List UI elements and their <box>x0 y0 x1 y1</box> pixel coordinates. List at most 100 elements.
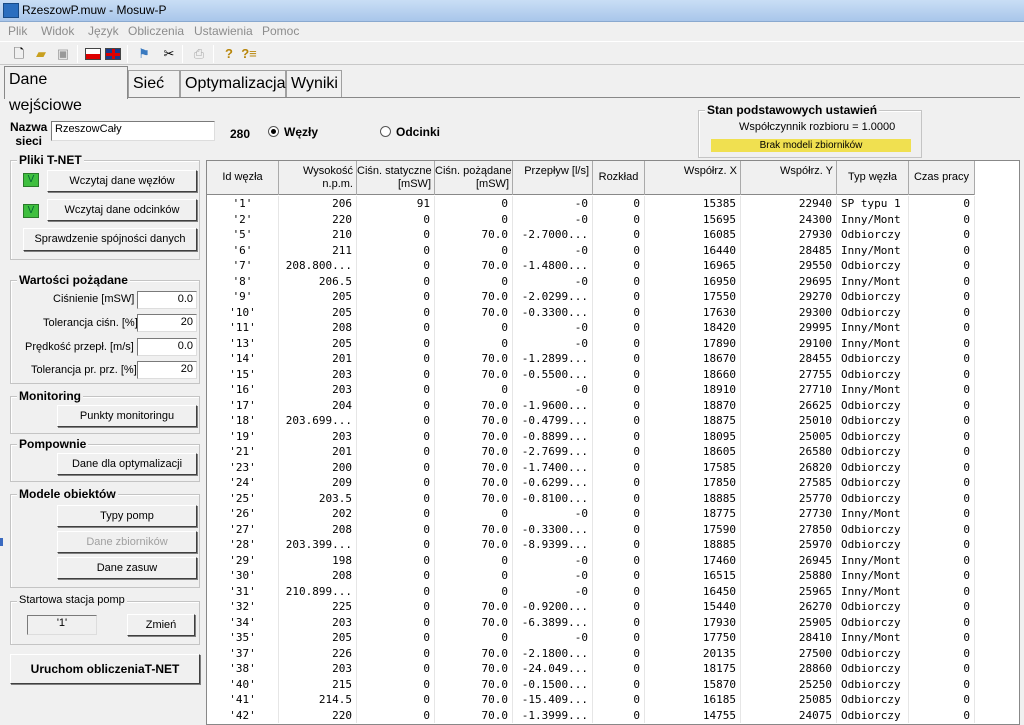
menu-pomoc[interactable]: Pomoc <box>262 24 299 38</box>
table-row[interactable]: '2' 220 0 0 -0 0 15695 24300 Inny/Mont 0 <box>207 211 975 227</box>
save-icon[interactable]: ▣ <box>54 45 72 63</box>
table-row[interactable]: '9' 205 0 70.0 -2.0299... 0 17550 29270 Odbiorcz… <box>207 289 975 305</box>
menu-ustawienia[interactable]: Ustawienia <box>194 24 253 38</box>
cell-elevation: 211 <box>279 242 357 258</box>
cell-elevation: 206 <box>279 196 357 212</box>
check-consistency-button[interactable]: Sprawdzenie spójności danych <box>23 228 197 251</box>
velocity-input[interactable]: 0.0 <box>137 338 197 356</box>
table-row[interactable]: '18' 203.699... 0 70.0 -0.4799... 0 18875 25010… <box>207 413 975 429</box>
run-tnet-button[interactable]: Uruchom obliczeniaT-NET <box>10 654 200 684</box>
cell-static-pressure: 0 <box>357 397 435 413</box>
pressure-tolerance-input[interactable]: 20 <box>137 314 197 332</box>
monitoring-points-button[interactable]: Punkty monitoringu <box>57 405 197 427</box>
cell-desired-pressure: 0 <box>435 583 513 599</box>
velocity-tolerance-input[interactable]: 20 <box>137 361 197 379</box>
polish-flag-icon[interactable] <box>84 45 102 63</box>
tab-siec[interactable]: Sieć <box>128 70 180 98</box>
cell-elevation: 225 <box>279 599 357 615</box>
table-row[interactable]: '40' 215 0 70.0 -0.1500... 0 15870 25250 Odbiorc… <box>207 676 975 692</box>
header-node-type[interactable]: Typ węzła <box>837 161 909 195</box>
pump-types-button[interactable]: Typy pomp <box>57 505 197 527</box>
help-context-icon[interactable]: ?≡ <box>240 45 258 63</box>
cell-flow: -0.3300... <box>513 304 593 320</box>
table-row[interactable]: '19' 203 0 70.0 -0.8899... 0 18095 25005 Odbiorc… <box>207 428 975 444</box>
cell-coord-x: 15440 <box>645 599 741 615</box>
cell-desired-pressure: 70.0 <box>435 397 513 413</box>
table-row[interactable]: '29' 198 0 0 -0 0 17460 26945 Inny/Mont 0 <box>207 552 975 568</box>
header-coord-x[interactable]: Współrz. X <box>645 161 741 195</box>
cell-node-type: Odbiorczy <box>837 692 909 708</box>
new-file-icon[interactable]: 🗋 <box>10 45 28 63</box>
table-row[interactable]: '5' 210 0 70.0 -2.7000... 0 16085 27930 Odbiorcz… <box>207 227 975 243</box>
menu-obliczenia[interactable]: Obliczenia <box>128 24 184 38</box>
header-static-pressure[interactable]: Ciśn. statyczne [mSW] <box>357 161 435 195</box>
table-row[interactable]: '8' 206.5 0 0 -0 0 16950 29695 Inny/Mont 0 <box>207 273 975 289</box>
change-station-button[interactable]: Zmień <box>127 614 195 636</box>
load-segments-button[interactable]: Wczytaj dane odcinków <box>47 199 197 221</box>
table-row[interactable]: '30' 208 0 0 -0 0 16515 25880 Inny/Mont 0 <box>207 568 975 584</box>
cell-flow: -6.3899... <box>513 614 593 630</box>
help-icon[interactable]: ? <box>220 45 238 63</box>
menu-plik[interactable]: Plik <box>8 24 27 38</box>
header-distribution[interactable]: Rozkład <box>593 161 645 195</box>
table-row[interactable]: '28' 203.399... 0 70.0 -8.9399... 0 18885 25970… <box>207 537 975 553</box>
table-row[interactable]: '37' 226 0 70.0 -2.1800... 0 20135 27500 Odbiorc… <box>207 645 975 661</box>
header-desired-pressure[interactable]: Ciśn. pożądane [mSW] <box>435 161 513 195</box>
cell-coord-x: 17590 <box>645 521 741 537</box>
table-row[interactable]: '15' 203 0 70.0 -0.5500... 0 18660 27755 Odbiorc… <box>207 366 975 382</box>
table-row[interactable]: '11' 208 0 0 -0 0 18420 29995 Inny/Mont 0 <box>207 320 975 336</box>
table-row[interactable]: '13' 205 0 0 -0 0 17890 29100 Inny/Mont 0 <box>207 335 975 351</box>
cell-node-id: '7' <box>207 258 279 274</box>
header-flow[interactable]: Przepływ [l/s] <box>513 161 593 195</box>
cell-distribution: 0 <box>593 428 645 444</box>
cell-flow: -0.5500... <box>513 366 593 382</box>
pressure-input[interactable]: 0.0 <box>137 291 197 309</box>
uk-flag-icon[interactable] <box>104 45 122 63</box>
menu-widok[interactable]: Widok <box>41 24 74 38</box>
radio-nodes[interactable] <box>268 126 279 137</box>
table-row[interactable]: '25' 203.5 0 70.0 -0.8100... 0 18885 25770 Odbio… <box>207 490 975 506</box>
tab-wyniki[interactable]: Wyniki <box>286 70 342 98</box>
table-row[interactable]: '27' 208 0 70.0 -0.3300... 0 17590 27850 Odbiorc… <box>207 521 975 537</box>
header-node-id[interactable]: Id węzła <box>207 161 279 195</box>
table-row[interactable]: '21' 201 0 70.0 -2.7699... 0 18605 26580 Odbiorc… <box>207 444 975 460</box>
table-row[interactable]: '38' 203 0 70.0 -24.049... 0 18175 28860 Odbiorc… <box>207 661 975 677</box>
header-run-time[interactable]: Czas pracy <box>909 161 975 195</box>
cell-coord-x: 18660 <box>645 366 741 382</box>
network-name-field[interactable]: RzeszowCały <box>51 121 215 141</box>
table-row[interactable]: '16' 203 0 0 -0 0 18910 27710 Inny/Mont 0 <box>207 382 975 398</box>
table-row[interactable]: '41' 214.5 0 70.0 -15.409... 0 16185 25085 Odbio… <box>207 692 975 708</box>
print-icon[interactable]: ⎙ <box>190 45 208 63</box>
pressure-tolerance-label: Tolerancja ciśn. [%] <box>43 317 138 329</box>
tank-data-button[interactable]: Dane zbiorników <box>57 531 197 553</box>
table-row[interactable]: '26' 202 0 0 -0 0 18775 27730 Inny/Mont 0 <box>207 506 975 522</box>
table-row[interactable]: '6' 211 0 0 -0 0 16440 28485 Inny/Mont 0 <box>207 242 975 258</box>
table-row[interactable]: '24' 209 0 70.0 -0.6299... 0 17850 27585 Odbiorc… <box>207 475 975 491</box>
optimization-data-button[interactable]: Dane dla optymalizacji <box>57 453 197 475</box>
header-coord-y[interactable]: Współrz. Y <box>741 161 837 195</box>
header-elevation[interactable]: Wysokość n.p.m. <box>279 161 357 195</box>
table-row[interactable]: '35' 205 0 0 -0 0 17750 28410 Inny/Mont 0 <box>207 630 975 646</box>
table-row[interactable]: '42' 220 0 70.0 -1.3999... 0 14755 24075 Odbiorc… <box>207 707 975 723</box>
cell-run-time: 0 <box>909 552 975 568</box>
table-row[interactable]: '17' 204 0 70.0 -1.9600... 0 18870 26625 Odbiorc… <box>207 397 975 413</box>
table-row[interactable]: '1' 206 91 0 -0 0 15385 22940 SP typu 10 <box>207 196 975 212</box>
table-row[interactable]: '10' 205 0 70.0 -0.3300... 0 17630 29300 Odbiorc… <box>207 304 975 320</box>
load-nodes-button[interactable]: Wczytaj dane węzłów <box>47 170 197 192</box>
tab-dane-wejsciowe[interactable]: Dane wejściowe <box>4 66 128 114</box>
open-folder-icon[interactable]: ▰ <box>32 45 50 63</box>
valve-data-button[interactable]: Dane zasuw <box>57 557 197 579</box>
cell-node-id: '17' <box>207 397 279 413</box>
tab-optymalizacja[interactable]: Optymalizacja <box>180 70 286 98</box>
hydrant-run-icon[interactable]: ⚑ <box>135 45 153 63</box>
radio-segments[interactable] <box>380 126 391 137</box>
cell-elevation: 203.399... <box>279 537 357 553</box>
table-row[interactable]: '14' 201 0 70.0 -1.2899... 0 18670 28455 Odbiorc… <box>207 351 975 367</box>
table-row[interactable]: '23' 200 0 70.0 -1.7400... 0 17585 26820 Odbiorc… <box>207 459 975 475</box>
table-row[interactable]: '7' 208.800... 0 70.0 -1.4800... 0 16965 29550 O… <box>207 258 975 274</box>
menu-jezyk[interactable]: Język <box>88 24 119 38</box>
table-row[interactable]: '34' 203 0 70.0 -6.3899... 0 17930 25905 Odbiorc… <box>207 614 975 630</box>
table-row[interactable]: '31' 210.899... 0 0 -0 0 16450 25965 Inny/Mont 0 <box>207 583 975 599</box>
scissors-icon[interactable]: ✂ <box>160 45 178 63</box>
table-row[interactable]: '32' 225 0 70.0 -0.9200... 0 15440 26270 Odbiorc… <box>207 599 975 615</box>
